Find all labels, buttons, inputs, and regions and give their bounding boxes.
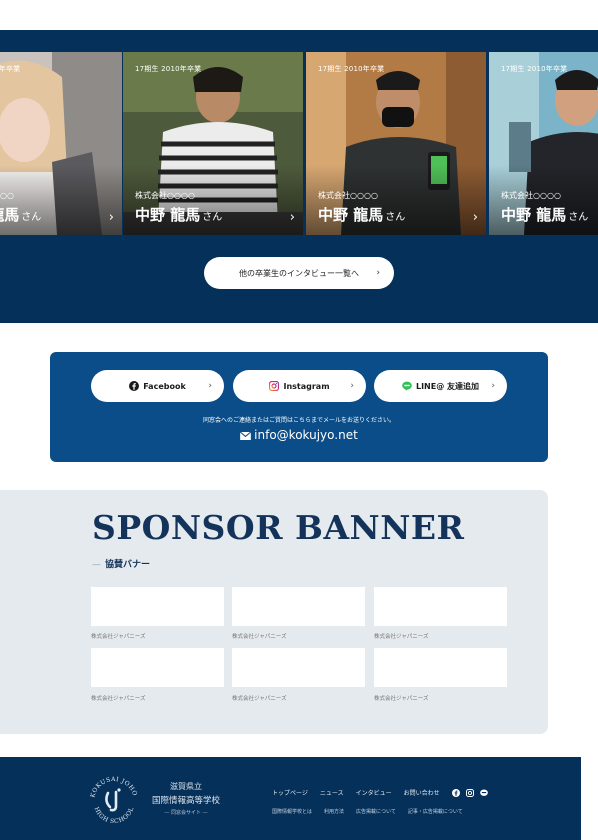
alumni-site-label: — 同窓会サイト —	[164, 810, 208, 816]
company-name: 株式会社○○○○	[318, 191, 378, 200]
site-footer: KOKUSAI JOHO HIGH SCHOOL 滋賀県立 国際情報高等学校 —…	[0, 757, 581, 840]
company-name: 株式会社○○○○	[0, 191, 14, 200]
graduation-year: 17期生 2010年卒業	[135, 65, 202, 73]
contact-email-link[interactable]: info@kokujyo.net	[50, 428, 548, 442]
mail-icon	[239, 431, 252, 440]
sponsor-banner[interactable]	[232, 648, 365, 687]
chevron-right-icon: ›	[376, 268, 380, 278]
footer-link-top[interactable]: トップページ	[272, 788, 308, 797]
contact-note: 同窓会へのご連絡またはご質問はこちらまでメールをお送りください。	[202, 417, 395, 424]
dash-decoration: —	[92, 560, 101, 570]
footer-nav-primary: トップページ ニュース インタビュー お問い合わせ	[272, 788, 488, 797]
contact-email: info@kokujyo.net	[254, 428, 358, 442]
prefecture-label: 滋賀県立	[170, 782, 202, 791]
sponsor-subtitle-text: 協賛バナー	[105, 560, 151, 570]
person-name: 中野 龍馬さん	[501, 204, 588, 225]
instagram-label: Instagram	[283, 381, 330, 391]
line-icon	[402, 381, 412, 391]
sponsor-section: SPONSOR BANNER — 協賛バナー 株式会社ジャパニーズ 株式会社ジャパ…	[0, 490, 548, 734]
graduation-year: 17期生 2010年卒業	[501, 65, 568, 73]
honorific: さん	[202, 212, 223, 223]
chevron-right-icon: ›	[472, 210, 478, 225]
person-name-text: 中野 龍馬	[0, 206, 20, 224]
honorific: さん	[385, 212, 406, 223]
honorific: さん	[21, 212, 42, 223]
sponsor-caption: 株式会社ジャパニーズ	[91, 696, 146, 702]
footer-nav-secondary: 国際情報学校とは 利用方法 広告掲載について 記事・広告掲載について	[272, 808, 463, 815]
footer-link-news[interactable]: ニュース	[320, 788, 344, 797]
interview-card[interactable]: 17期生 2010年卒業 株式会社○○○○ 中野 龍馬さん ›	[123, 52, 303, 235]
interview-card[interactable]: 17期生 2010年卒業 株式会社○○○○ 中野 龍馬さん ›	[306, 52, 486, 235]
footer-social-icons	[451, 788, 488, 797]
sponsor-caption: 株式会社ジャパニーズ	[232, 696, 287, 702]
graduation-year: 17期生 2010年卒業	[0, 65, 21, 73]
company-name: 株式会社○○○○	[135, 191, 195, 200]
sponsor-banner[interactable]	[232, 587, 365, 626]
facebook-icon[interactable]	[451, 788, 460, 797]
school-name-block: 滋賀県立 国際情報高等学校 — 同窓会サイト —	[146, 781, 226, 816]
chevron-right-icon: ›	[208, 381, 212, 391]
line-button[interactable]: LINE@ 友達追加 ›	[374, 370, 507, 402]
chevron-right-icon: ›	[491, 381, 495, 391]
school-name: 国際情報高等学校	[151, 796, 220, 806]
interview-section: 17期生 2010年卒業 株式会社○○○○ 中野 龍馬さん ›	[0, 30, 598, 323]
person-name: 中野 龍馬さん	[318, 204, 405, 225]
sponsor-title: SPONSOR BANNER	[92, 508, 465, 547]
footer-link-ads[interactable]: 広告掲載について	[356, 808, 396, 815]
footer-link-contact[interactable]: お問い合わせ	[404, 788, 440, 797]
honorific: さん	[568, 212, 589, 223]
chevron-right-icon: ›	[108, 210, 114, 225]
instagram-icon[interactable]	[465, 788, 474, 797]
sponsor-subtitle: — 協賛バナー	[92, 557, 150, 570]
interview-card[interactable]: 17期生 2010年卒業 株式会社○○○○ 中野 龍馬さん ›	[0, 52, 122, 235]
footer-link-article-ads[interactable]: 記事・広告掲載について	[408, 808, 463, 815]
interview-card[interactable]: 17期生 2010年卒業 株式会社○○○○ 中野 龍馬 さん	[489, 52, 598, 235]
sponsor-banner[interactable]	[374, 587, 507, 626]
sponsor-caption: 株式会社ジャパニーズ	[374, 634, 429, 640]
chevron-right-icon: ›	[350, 381, 354, 391]
facebook-label: Facebook	[143, 381, 186, 391]
line-label: LINE@ 友達追加	[415, 381, 480, 391]
line-icon[interactable]	[479, 788, 488, 797]
person-name-text: 中野 龍馬	[135, 206, 201, 224]
facebook-icon	[129, 381, 140, 391]
footer-link-interview[interactable]: インタビュー	[356, 788, 392, 797]
graduation-year: 17期生 2010年卒業	[318, 65, 385, 73]
more-interviews-button[interactable]: 他の卒業生のインタビュー一覧へ ›	[204, 257, 394, 289]
footer-link-about[interactable]: 国際情報学校とは	[272, 808, 312, 815]
sponsor-caption: 株式会社ジャパニーズ	[374, 696, 429, 702]
svg-text:KOKUSAI JOHO: KOKUSAI JOHO	[89, 776, 138, 798]
person-name: 中野 龍馬さん	[135, 204, 222, 225]
sponsor-banner[interactable]	[91, 648, 224, 687]
chevron-right-icon: ›	[289, 210, 295, 225]
sponsor-caption: 株式会社ジャパニーズ	[232, 634, 287, 640]
person-name: 中野 龍馬さん	[0, 204, 41, 225]
company-name: 株式会社○○○○	[501, 191, 561, 200]
sponsor-caption: 株式会社ジャパニーズ	[91, 634, 146, 640]
person-name-text: 中野 龍馬	[318, 206, 384, 224]
school-logo[interactable]: KOKUSAI JOHO HIGH SCHOOL	[86, 773, 142, 829]
person-name-text: 中野 龍馬	[501, 206, 567, 224]
footer-link-usage[interactable]: 利用方法	[324, 808, 344, 815]
instagram-icon	[269, 381, 280, 391]
more-interviews-label: 他の卒業生のインタビュー一覧へ	[239, 268, 359, 278]
sponsor-banner[interactable]	[374, 648, 507, 687]
interview-carousel: 17期生 2010年卒業 株式会社○○○○ 中野 龍馬さん ›	[0, 52, 598, 235]
sponsor-banner[interactable]	[91, 587, 224, 626]
alumni-site-text: 同窓会サイト	[170, 810, 201, 816]
contact-box: Facebook › Instagram › LINE@ 友達追加 › 同窓会へ…	[50, 352, 548, 462]
facebook-button[interactable]: Facebook ›	[91, 370, 224, 402]
instagram-button[interactable]: Instagram ›	[233, 370, 366, 402]
